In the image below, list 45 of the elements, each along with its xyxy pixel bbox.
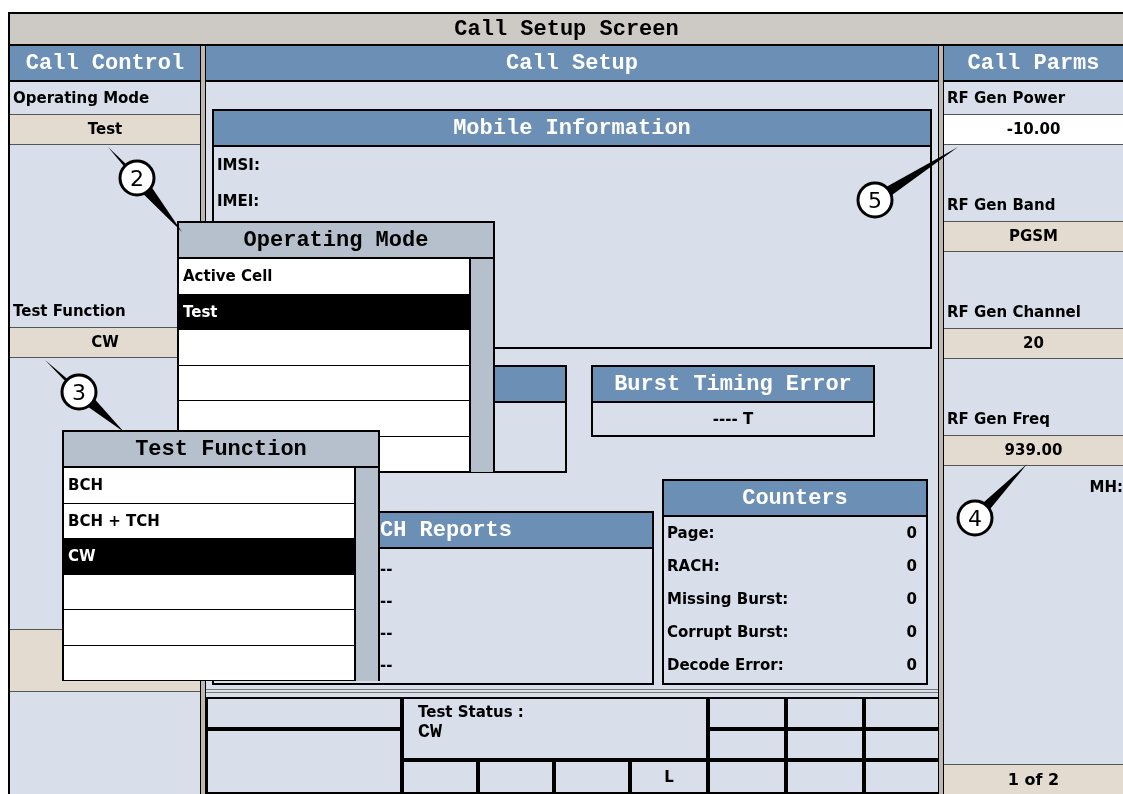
field-value[interactable]: 939.00 — [944, 435, 1123, 466]
counter-label: Decode Error: — [667, 655, 784, 677]
counter-value: 0 — [906, 589, 918, 611]
status-value: CW — [418, 721, 443, 743]
field-value[interactable]: Test — [10, 114, 200, 145]
field-label: RF Gen Power — [946, 87, 1067, 109]
panel-header: Call Setup — [206, 46, 938, 82]
menu-option[interactable]: CW — [64, 539, 354, 575]
counter-value: 0 — [906, 655, 918, 677]
unit-label: MH: — [1089, 477, 1123, 498]
scrollbar[interactable] — [354, 468, 378, 681]
panel-header: Burst Timing Error — [593, 367, 873, 403]
reading-value: ---- T — [711, 408, 755, 430]
menu-title: Test Function — [64, 432, 378, 468]
status-label: Test Status : — [418, 703, 525, 721]
menu-option[interactable]: Test — [179, 294, 469, 330]
reading-value: -- — [380, 590, 393, 612]
scrollbar[interactable] — [469, 259, 493, 472]
field-label: Operating Mode — [12, 87, 151, 109]
window-title: Call Setup Screen — [10, 14, 1123, 46]
counter-value: 0 — [906, 622, 918, 644]
reading-value: -- — [380, 622, 393, 644]
panel-header: Counters — [664, 481, 926, 517]
counter-label: Page: — [667, 523, 715, 545]
counter-value: 0 — [906, 523, 918, 545]
indicator-cell: L — [630, 760, 708, 794]
panel-header: Call Control — [10, 46, 200, 82]
field-label: RF Gen Freq — [946, 408, 1051, 430]
field-label: RF Gen Channel — [946, 301, 1082, 323]
field-label: RF Gen Band — [946, 194, 1057, 216]
counter-label: RACH: — [667, 556, 720, 578]
info-label: IMSI: — [217, 154, 260, 176]
counter-label: Corrupt Burst: — [667, 622, 789, 644]
info-label: IMEI: — [217, 190, 260, 212]
field-value[interactable]: -10.00 — [944, 114, 1123, 145]
reading-value: -- — [380, 558, 393, 580]
field-value[interactable]: 20 — [944, 328, 1123, 359]
page-indicator[interactable]: 1 of 2 — [944, 764, 1123, 794]
menu-title: Operating Mode — [179, 223, 493, 259]
counter-label: Missing Burst: — [667, 589, 789, 611]
panel-header: Mobile Information — [214, 111, 930, 147]
panel-header: Call Parms — [944, 46, 1123, 82]
counter-value: 0 — [906, 556, 918, 578]
field-value[interactable]: PGSM — [944, 221, 1123, 252]
reading-value: -- — [380, 654, 393, 676]
